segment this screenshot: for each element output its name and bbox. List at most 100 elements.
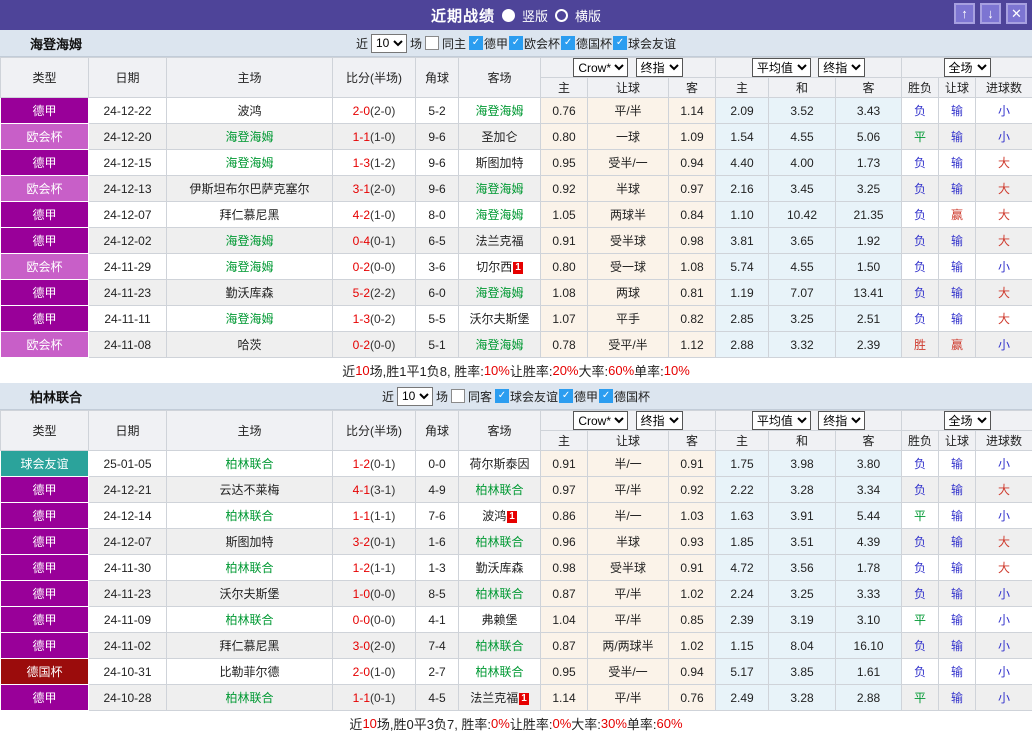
league-checkbox[interactable]: ✓	[559, 389, 574, 403]
team-name: 柏林联合	[30, 389, 83, 405]
odds-company-select[interactable]: Crow*	[573, 58, 629, 77]
odds-home-cell: 1.04	[540, 606, 588, 633]
team-name-text: 勤沃库森	[225, 286, 274, 300]
odds-home-cell: 0.87	[540, 632, 588, 659]
avg-final-select[interactable]: 终指	[818, 411, 866, 430]
move-up-button[interactable]: ↑	[954, 3, 975, 24]
horizontal-layout-radio[interactable]	[555, 8, 568, 22]
avg-draw-cell: 3.91	[768, 502, 837, 529]
goals-result-cell: 大	[975, 175, 1032, 202]
date-cell: 24-11-23	[88, 580, 167, 607]
red-card-badge: 1	[513, 262, 523, 274]
league-checkbox[interactable]: ✓	[613, 36, 628, 50]
league-type-cell: 欧会杯	[0, 331, 89, 358]
move-down-button[interactable]: ↓	[980, 3, 1001, 24]
odds-home-cell: 0.98	[540, 554, 588, 581]
avg-company-select[interactable]: 平均值	[751, 411, 811, 430]
corner-cell: 6-5	[415, 227, 459, 254]
scope-select[interactable]: 全场	[943, 58, 991, 77]
home-team-cell: 海登海姆	[166, 305, 333, 332]
match-row: 德甲 24-12-14 柏林联合 1-1(1-1) 7-6 波鸿 1 0.86 半/一 1.03 1…	[0, 502, 1032, 529]
league-checkbox[interactable]: ✓	[509, 36, 523, 50]
goals-result-cell: 小	[975, 123, 1032, 150]
scope-select[interactable]: 全场	[943, 411, 991, 430]
goals-result-cell: 小	[975, 331, 1032, 358]
odds-home-cell: 0.76	[540, 97, 588, 124]
sub-header-odds-home: 主	[540, 430, 588, 451]
league-checkbox[interactable]: ✓	[561, 36, 576, 50]
let-result-cell: 输	[938, 632, 977, 659]
halftime-score: (0-1)	[370, 534, 396, 549]
avg-draw-cell: 4.55	[768, 253, 837, 280]
league-checkbox-label: 欧会杯	[524, 36, 561, 51]
team-name-text: 拜仁慕尼黑	[219, 208, 280, 222]
halftime-score: (0-1)	[370, 456, 396, 471]
avg-away-cell: 3.43	[835, 97, 903, 124]
summary-segment: 10%	[483, 363, 510, 378]
close-button[interactable]: ✕	[1006, 3, 1027, 24]
league-type-cell: 德甲	[0, 502, 89, 529]
league-checkbox[interactable]: ✓	[468, 36, 483, 50]
odds-final-select[interactable]: 终指	[635, 58, 683, 77]
let-result-cell: 输	[938, 684, 977, 711]
handicap-cell: 平/半	[587, 606, 669, 633]
summary-segment: 让胜率:	[509, 717, 553, 732]
league-type-cell: 德甲	[0, 97, 89, 124]
halftime-score: (1-0)	[370, 207, 396, 222]
team-name-text: 柏林联合	[475, 665, 524, 679]
odds-home-cell: 0.80	[540, 123, 588, 150]
result-cell: 负	[901, 528, 940, 555]
same-venue-checkbox[interactable]	[424, 36, 439, 50]
score-cell: 0-2(0-0)	[332, 331, 416, 358]
near-label: 近	[381, 389, 394, 404]
home-team-cell: 海登海姆	[166, 149, 333, 176]
avg-away-cell: 1.61	[835, 658, 903, 685]
odds-final-select[interactable]: 终指	[635, 411, 683, 430]
date-cell: 24-10-28	[88, 684, 167, 711]
recent-results-window: 近期战绩 竖版 横版 ↑ ↓ ✕ 海登海姆 近 10 场 同主 ✓ 德甲 ✓ 欧会杯 ✓…	[0, 0, 1032, 732]
odds-home-cell: 0.80	[540, 253, 588, 280]
avg-draw-cell: 3.65	[768, 227, 837, 254]
odds-away-cell: 1.09	[667, 123, 717, 150]
match-row: 欧会杯 24-11-08 哈茨 0-2(0-0) 5-1 海登海姆 0.78 受平/半 1.12…	[0, 331, 1032, 358]
avg-final-select[interactable]: 终指	[818, 58, 866, 77]
match-count-select[interactable]: 10	[396, 386, 433, 406]
match-row: 德甲 24-11-09 柏林联合 0-0(0-0) 4-1 弗赖堡 1.04 平/半 0.85 2…	[0, 606, 1032, 633]
avg-draw-cell: 4.00	[768, 149, 837, 176]
average-group-header: 平均值 终指	[715, 410, 903, 431]
odds-home-cell: 0.92	[540, 175, 588, 202]
league-checkbox[interactable]: ✓	[599, 389, 614, 403]
handicap-cell: 受半球	[587, 554, 669, 581]
avg-away-cell: 1.50	[835, 253, 903, 280]
odds-away-cell: 0.97	[667, 175, 717, 202]
away-team-cell: 法兰克福	[458, 227, 541, 254]
avg-company-select[interactable]: 平均值	[751, 58, 811, 77]
sub-header-let: 让球	[938, 77, 977, 98]
league-checkbox[interactable]: ✓	[495, 389, 509, 403]
same-venue-checkbox[interactable]	[450, 389, 465, 403]
match-count-select[interactable]: 10	[370, 33, 407, 53]
match-row: 欧会杯 24-11-29 海登海姆 0-2(0-0) 3-6 切尔西 1 0.80 受一球 1.0…	[0, 253, 1032, 280]
home-team-cell: 海登海姆	[166, 253, 333, 280]
away-team-cell: 沃尔夫斯堡	[458, 305, 541, 332]
league-type-cell: 德甲	[0, 606, 89, 633]
team-name-text: 海登海姆	[225, 130, 274, 144]
fulltime-score: 4-2	[352, 207, 370, 222]
result-cell: 负	[901, 554, 940, 581]
corner-cell: 5-1	[415, 331, 459, 358]
avg-away-cell: 3.34	[835, 476, 903, 503]
result-cell: 负	[901, 476, 940, 503]
avg-home-cell: 2.39	[715, 606, 770, 633]
away-team-cell: 勤沃库森	[458, 554, 541, 581]
avg-home-cell: 2.16	[715, 175, 770, 202]
odds-company-select[interactable]: Crow*	[573, 411, 629, 430]
team-name-text: 海登海姆	[225, 156, 274, 170]
fulltime-score: 1-3	[352, 311, 370, 326]
vertical-layout-radio[interactable]	[501, 8, 515, 22]
goals-result-cell: 小	[975, 632, 1032, 659]
match-row: 德国杯 24-10-31 比勒菲尔德 2-0(1-0) 2-7 柏林联合 0.95 受半/一 0…	[0, 658, 1032, 685]
odds-away-cell: 0.85	[667, 606, 717, 633]
corner-cell: 7-6	[415, 502, 459, 529]
handicap-cell: 平手	[587, 305, 669, 332]
avg-away-cell: 1.78	[835, 554, 903, 581]
